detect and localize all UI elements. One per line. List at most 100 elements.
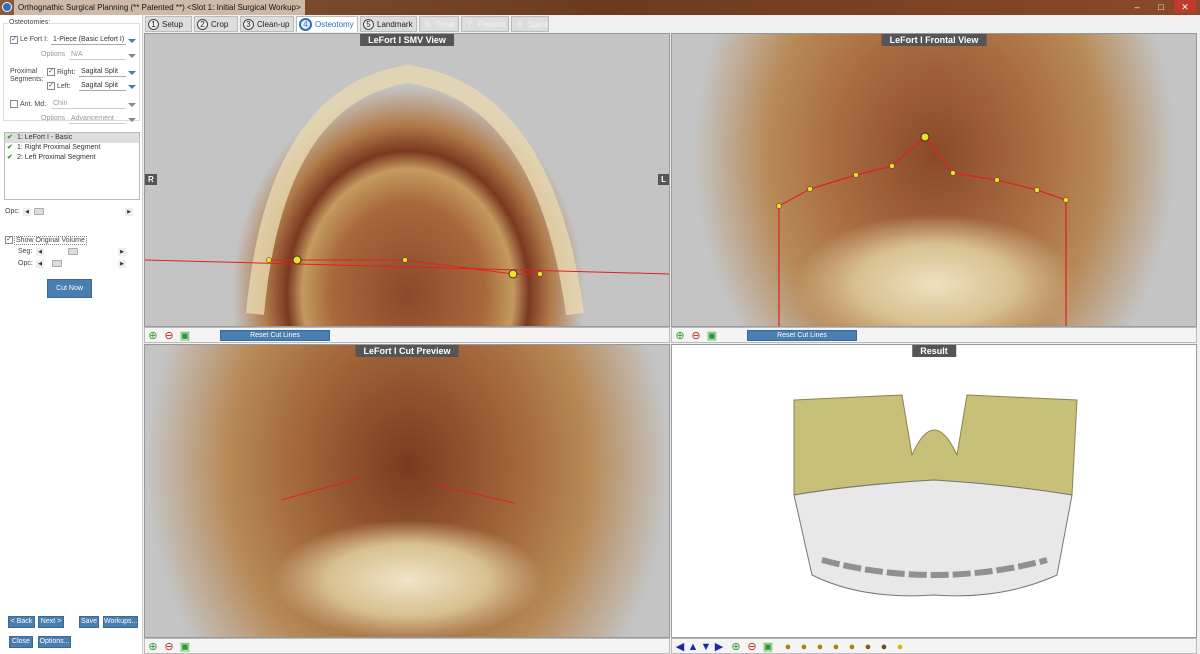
close-button[interactable]: Close: [9, 636, 33, 648]
frontal-cut-lines[interactable]: [672, 34, 1197, 327]
next-button[interactable]: Next >: [38, 616, 64, 628]
chevron-down-icon[interactable]: [128, 39, 136, 43]
lefort-options-label: Options: [41, 51, 66, 58]
head-view-icon[interactable]: ●: [878, 641, 890, 653]
smv-toolbar: ⊕ ⊖ ▣ Reset Cut Lines: [144, 327, 670, 343]
zoom-out-icon[interactable]: ⊖: [163, 641, 175, 653]
view-title: LeFort I Cut Preview: [355, 345, 459, 357]
maximize-button[interactable]: □: [1150, 0, 1172, 13]
ant-md-dropdown[interactable]: Chin: [51, 99, 126, 109]
show-original-checkbox[interactable]: ✓: [5, 236, 13, 244]
fit-view-icon[interactable]: ▣: [179, 641, 191, 653]
tab-landmark[interactable]: 5 Landmark: [360, 16, 417, 32]
right-orientation-label: R: [145, 174, 157, 185]
lefort-options-dropdown[interactable]: N/A: [69, 50, 126, 60]
list-item-label: 1: LeFort I - Basic: [17, 134, 73, 141]
tab-label: Clean-up: [257, 20, 290, 29]
list-item[interactable]: ✔ 1: Right Proximal Segment: [5, 143, 139, 153]
opacity-slider[interactable]: ◀ ▶: [23, 208, 133, 216]
zoom-out-icon[interactable]: ⊖: [163, 330, 175, 342]
fit-view-icon[interactable]: ▣: [179, 330, 191, 342]
head-view-icon[interactable]: ●: [862, 641, 874, 653]
right-segment-checkbox[interactable]: ✓: [47, 68, 55, 76]
smv-cut-lines[interactable]: [145, 34, 670, 327]
tab-number: 4: [299, 18, 312, 31]
cut-preview-view[interactable]: LeFort I Cut Preview: [144, 344, 670, 638]
zoom-in-icon[interactable]: ⊕: [730, 641, 742, 653]
tab-number: 7: [464, 19, 475, 30]
tab-setup[interactable]: 1 Setup: [145, 16, 192, 32]
tab-number: 3: [243, 19, 254, 30]
arrow-right-icon[interactable]: ▶: [713, 641, 725, 653]
chevron-down-icon[interactable]: [128, 54, 136, 58]
zoom-in-icon[interactable]: ⊕: [147, 330, 159, 342]
check-icon: ✔: [7, 154, 13, 161]
ant-md-label: Ant. Md:: [20, 101, 47, 108]
right-label: Right:: [57, 69, 76, 76]
opacity2-slider[interactable]: ◀ ▶: [36, 260, 126, 268]
tab-treat: 6 Treat: [419, 16, 459, 32]
zoom-in-icon[interactable]: ⊕: [674, 330, 686, 342]
smv-view[interactable]: LeFort I SMV View R L: [144, 33, 670, 327]
title-bar: Orthognathic Surgical Planning (** Paten…: [0, 0, 1200, 15]
save-button[interactable]: Save: [79, 616, 99, 628]
osteotomies-label: Osteotomies:: [8, 19, 52, 26]
tab-osteotomy[interactable]: 4 Osteotomy: [296, 16, 358, 32]
lefort-checkbox[interactable]: ✓: [10, 36, 18, 44]
fit-view-icon[interactable]: ▣: [762, 641, 774, 653]
lefort-label: Le Fort I:: [20, 36, 49, 43]
head-view-icon[interactable]: ●: [814, 641, 826, 653]
arrow-down-icon[interactable]: ▼: [700, 641, 712, 653]
segment-slider[interactable]: ◀ ▶: [36, 248, 126, 256]
tab-label: Present: [478, 20, 506, 29]
opacity-label: Opc:: [5, 208, 20, 215]
result-toolbar: ◀ ▲ ▼ ▶ ⊕ ⊖ ▣ ● ● ● ● ● ● ● ●: [671, 638, 1197, 654]
close-window-button[interactable]: ✕: [1174, 0, 1196, 13]
list-item[interactable]: ✔ 2: Left Proximal Segment: [5, 153, 139, 163]
cut-now-button[interactable]: Cut Now: [47, 279, 92, 298]
reset-cut-lines-button[interactable]: Reset Cut Lines: [747, 330, 857, 341]
reset-cut-lines-button[interactable]: Reset Cut Lines: [220, 330, 330, 341]
right-segment-dropdown[interactable]: Sagital Split: [79, 67, 126, 77]
zoom-out-icon[interactable]: ⊖: [690, 330, 702, 342]
chevron-down-icon[interactable]: [128, 85, 136, 89]
frontal-view[interactable]: LeFort I Frontal View: [671, 33, 1197, 327]
lefort-dropdown[interactable]: 1-Piece (Basic Lefort I): [51, 35, 126, 45]
left-orientation-label: L: [658, 174, 669, 185]
head-view-icon[interactable]: ●: [830, 641, 842, 653]
chevron-down-icon[interactable]: [128, 118, 136, 122]
minimize-button[interactable]: –: [1126, 0, 1148, 13]
ant-md-options-dropdown[interactable]: Advancement: [69, 114, 126, 124]
view-title: Result: [912, 345, 956, 357]
chevron-down-icon[interactable]: [128, 71, 136, 75]
workups-button[interactable]: Workups...: [103, 616, 138, 628]
head-view-icon[interactable]: ●: [782, 641, 794, 653]
head-view-icon[interactable]: ●: [894, 641, 906, 653]
osteotomy-list[interactable]: ✔ 1: LeFort I - Basic ✔ 1: Right Proximal …: [4, 132, 140, 200]
ant-md-checkbox[interactable]: [10, 100, 18, 108]
head-view-icon[interactable]: ●: [846, 641, 858, 653]
arrow-left-icon[interactable]: ◀: [674, 641, 686, 653]
left-segment-dropdown[interactable]: Sagital Split: [79, 81, 126, 91]
left-segment-checkbox[interactable]: ✓: [47, 82, 55, 90]
tab-splint: 8 Splint: [511, 16, 549, 32]
zoom-out-icon[interactable]: ⊖: [746, 641, 758, 653]
tab-label: Osteotomy: [315, 20, 354, 29]
result-view[interactable]: Result: [671, 344, 1197, 638]
list-item[interactable]: ✔ 1: LeFort I - Basic: [5, 133, 139, 143]
zoom-in-icon[interactable]: ⊕: [147, 641, 159, 653]
arrow-up-icon[interactable]: ▲: [687, 641, 699, 653]
tab-crop[interactable]: 2 Crop: [194, 16, 238, 32]
tab-label: Landmark: [377, 20, 413, 29]
chevron-down-icon[interactable]: [128, 103, 136, 107]
segments-label: Segments:: [10, 76, 44, 83]
head-view-icon[interactable]: ●: [798, 641, 810, 653]
options-button[interactable]: Options...: [38, 636, 71, 648]
back-button[interactable]: < Back: [8, 616, 35, 628]
tab-number: 1: [148, 19, 159, 30]
fit-view-icon[interactable]: ▣: [706, 330, 718, 342]
tab-clean-up[interactable]: 3 Clean-up: [240, 16, 294, 32]
tab-label: Setup: [162, 20, 183, 29]
tab-label: Treat: [436, 20, 455, 29]
left-label: Left:: [57, 83, 71, 90]
